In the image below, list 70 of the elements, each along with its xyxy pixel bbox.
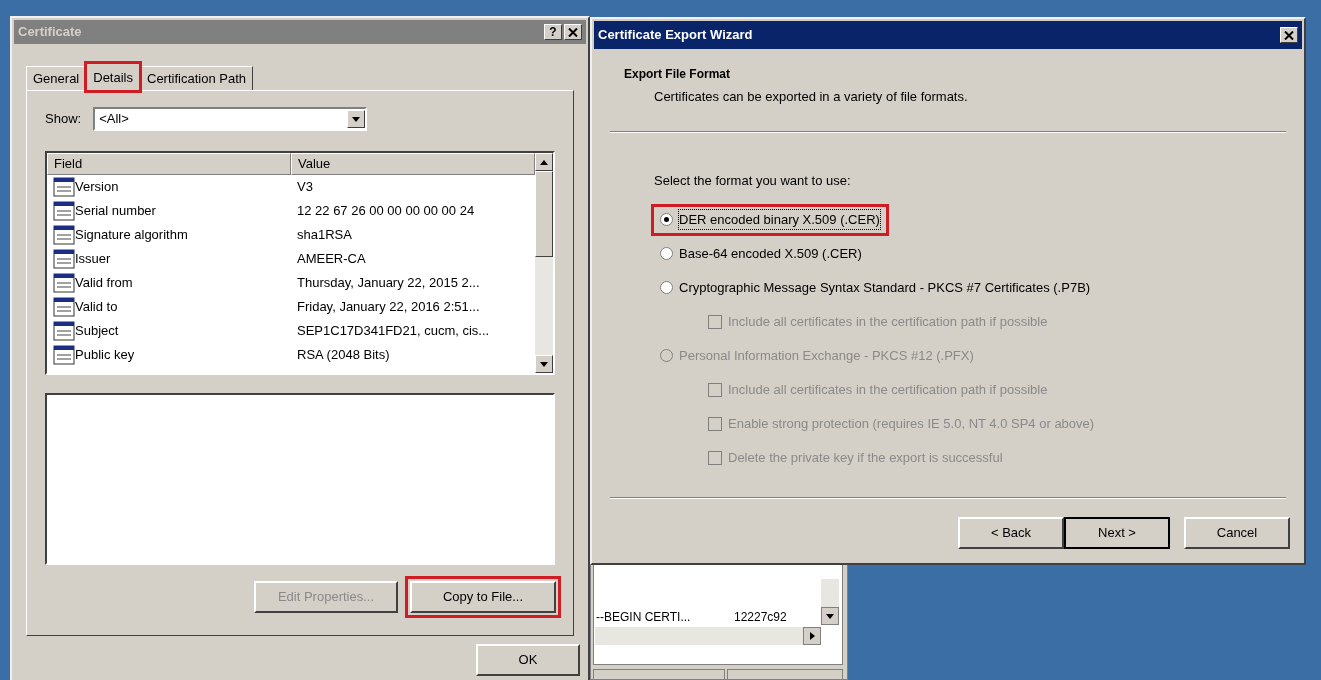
scroll-up-button[interactable] xyxy=(535,153,553,171)
scrollbar[interactable] xyxy=(821,579,839,625)
window-title: Certificate Export Wizard xyxy=(598,26,754,45)
tab[interactable]: Details xyxy=(86,63,140,91)
close-icon xyxy=(1284,30,1294,40)
list-cell-text: Friday, January 22, 2016 2:51... xyxy=(296,298,481,317)
field-icon xyxy=(53,225,75,245)
radio-button[interactable] xyxy=(660,247,673,260)
close-icon xyxy=(568,27,578,37)
radio-option[interactable]: Base-64 encoded X.509 (.CER) xyxy=(654,240,868,267)
page-heading: Export File Format xyxy=(624,66,731,83)
list-cell-text: Valid to xyxy=(75,298,118,317)
show-dropdown[interactable]: <All> xyxy=(93,107,368,131)
down-arrow-icon xyxy=(826,613,834,619)
list-cell-text: 12227c92 xyxy=(734,609,788,626)
wizard-button[interactable]: Next > xyxy=(1064,517,1170,549)
list-cell-text: Signature algorithm xyxy=(75,226,188,245)
field-icon xyxy=(53,177,75,197)
field-icon xyxy=(53,273,75,293)
radio-option[interactable]: DER encoded binary X.509 (.CER) xyxy=(654,206,886,233)
list-cell-text: RSA (2048 Bits) xyxy=(296,346,391,365)
dialog-button[interactable]: Copy to File... xyxy=(410,581,556,613)
close-button[interactable] xyxy=(1280,27,1298,43)
field-icon xyxy=(53,297,75,317)
scroll-thumb[interactable] xyxy=(535,171,553,257)
help-button[interactable]: ? xyxy=(544,24,562,40)
column-header[interactable]: Field xyxy=(47,153,291,175)
field-icon xyxy=(53,201,75,221)
down-arrow-icon xyxy=(540,361,548,367)
scroll-down-button[interactable] xyxy=(821,607,839,625)
list-cell-text: V3 xyxy=(296,178,314,197)
dropdown-arrow-icon xyxy=(352,116,361,122)
list-cell-text: Public key xyxy=(75,346,135,365)
scrollbar[interactable] xyxy=(595,627,821,645)
checkbox-label: Include all certificates in the certification path if possible xyxy=(728,312,1048,331)
wizard-button[interactable]: Cancel xyxy=(1184,517,1290,549)
show-label: Show: xyxy=(45,110,82,129)
wizard-button[interactable]: < Back xyxy=(958,517,1064,549)
up-arrow-icon xyxy=(540,159,548,165)
close-button[interactable] xyxy=(564,24,582,40)
prompt-text: Select the format you want to use: xyxy=(654,172,852,190)
checkbox-label: Enable strong protection (requires IE 5.0, NT 4.0 SP4 or above) xyxy=(728,414,1095,433)
list-cell-text: AMEER-CA xyxy=(296,250,367,269)
list-cell-text: Version xyxy=(75,178,119,197)
column-header[interactable]: Value xyxy=(291,153,535,175)
tab[interactable]: General xyxy=(26,66,87,90)
list-cell-text: sha1RSA xyxy=(296,226,353,245)
page-description: Certificates can be exported in a variety of file formats. xyxy=(654,88,969,106)
radio-button[interactable] xyxy=(660,213,673,226)
radio-option[interactable]: Cryptographic Message Syntax Standard - PKCS #7 Certificates (.P7B) xyxy=(654,274,1097,301)
right-arrow-icon xyxy=(809,632,815,640)
scroll-right-button[interactable] xyxy=(803,627,821,645)
list-cell-text: Thursday, January 22, 2015 2... xyxy=(296,274,481,293)
list-cell-text: Serial number xyxy=(75,202,156,221)
radio-button[interactable] xyxy=(660,281,673,294)
tab[interactable]: Certification Path xyxy=(140,66,253,90)
list-cell-text: Valid from xyxy=(75,274,133,293)
checkbox-label: Include all certificates in the certification path if possible xyxy=(728,380,1048,399)
field-icon xyxy=(53,345,75,365)
list-cell-text: --BEGIN CERTI... xyxy=(595,609,692,626)
ok-button[interactable]: OK xyxy=(476,644,580,676)
field-icon xyxy=(53,321,75,341)
list-cell-text: 12 22 67 26 00 00 00 00 00 24 xyxy=(296,202,476,221)
list-cell-text: Subject xyxy=(75,322,119,341)
field-icon xyxy=(53,249,75,269)
list-cell-text: Issuer xyxy=(75,250,111,269)
scrollbar[interactable] xyxy=(535,153,553,373)
list-cell-text: SEP1C17D341FD21, cucm, cis... xyxy=(296,322,491,341)
checkbox-label: Delete the private key if the export is successful xyxy=(728,448,1003,467)
window-title: Certificate xyxy=(18,23,83,42)
